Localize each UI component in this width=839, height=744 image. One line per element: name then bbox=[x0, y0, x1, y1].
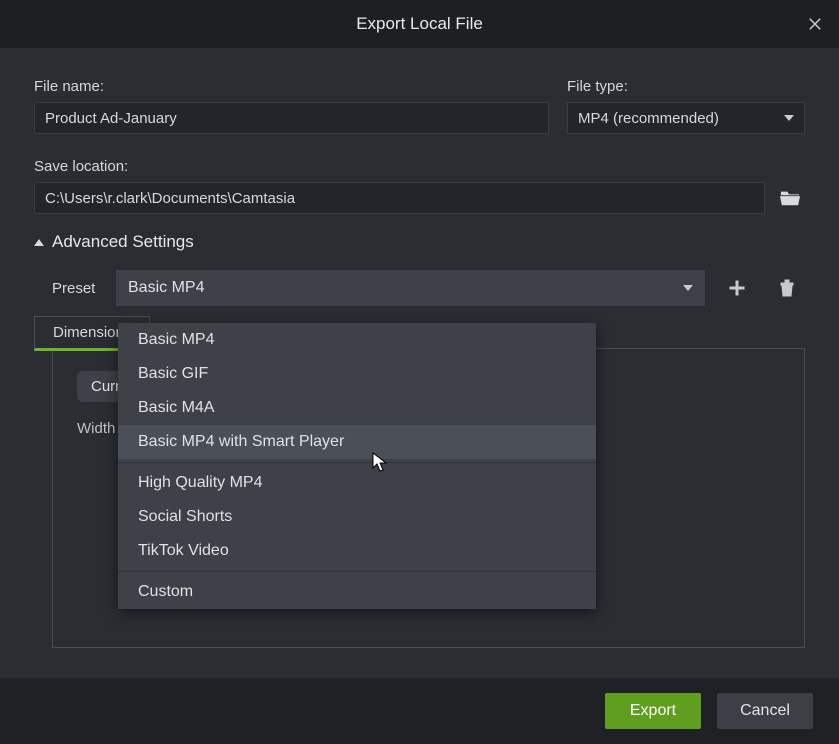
dialog-footer: Export Cancel bbox=[0, 678, 839, 744]
savelocation-input[interactable] bbox=[34, 182, 765, 214]
filetype-label: File type: bbox=[567, 78, 805, 95]
dropdown-separator bbox=[118, 462, 596, 463]
preset-option[interactable]: Basic MP4 bbox=[118, 323, 596, 357]
browse-folder-button[interactable] bbox=[775, 183, 805, 213]
filename-input[interactable] bbox=[34, 102, 549, 134]
advanced-settings-toggle[interactable]: Advanced Settings bbox=[34, 232, 805, 252]
preset-option[interactable]: Basic M4A bbox=[118, 391, 596, 425]
dropdown-separator bbox=[118, 571, 596, 572]
savelocation-label: Save location: bbox=[34, 158, 765, 175]
folder-icon bbox=[779, 188, 801, 208]
chevron-down-icon bbox=[683, 285, 693, 291]
preset-option[interactable]: Social Shorts bbox=[118, 500, 596, 534]
preset-option[interactable]: Custom bbox=[118, 575, 596, 609]
chevron-down-icon bbox=[784, 115, 794, 121]
preset-dropdown: Basic MP4Basic GIFBasic M4ABasic MP4 wit… bbox=[118, 323, 596, 609]
trash-icon bbox=[779, 279, 795, 297]
plus-icon bbox=[728, 279, 746, 297]
add-preset-button[interactable] bbox=[719, 270, 755, 306]
titlebar: Export Local File bbox=[0, 0, 839, 48]
advanced-settings-label: Advanced Settings bbox=[52, 232, 194, 252]
close-icon bbox=[806, 15, 824, 33]
dialog-title: Export Local File bbox=[356, 14, 483, 34]
preset-option[interactable]: High Quality MP4 bbox=[118, 466, 596, 500]
filetype-select[interactable]: MP4 (recommended) bbox=[567, 102, 805, 134]
export-button[interactable]: Export bbox=[605, 693, 701, 729]
preset-value: Basic MP4 bbox=[128, 279, 204, 297]
cancel-button[interactable]: Cancel bbox=[717, 693, 813, 729]
preset-option[interactable]: Basic MP4 with Smart Player bbox=[118, 425, 596, 459]
delete-preset-button[interactable] bbox=[769, 270, 805, 306]
filetype-value: MP4 (recommended) bbox=[578, 110, 719, 127]
preset-option[interactable]: Basic GIF bbox=[118, 357, 596, 391]
filename-label: File name: bbox=[34, 78, 549, 95]
preset-label: Preset bbox=[52, 280, 102, 297]
preset-select[interactable]: Basic MP4 bbox=[116, 270, 705, 306]
preset-option[interactable]: TikTok Video bbox=[118, 534, 596, 568]
close-button[interactable] bbox=[803, 12, 827, 36]
chevron-up-icon bbox=[34, 239, 44, 246]
